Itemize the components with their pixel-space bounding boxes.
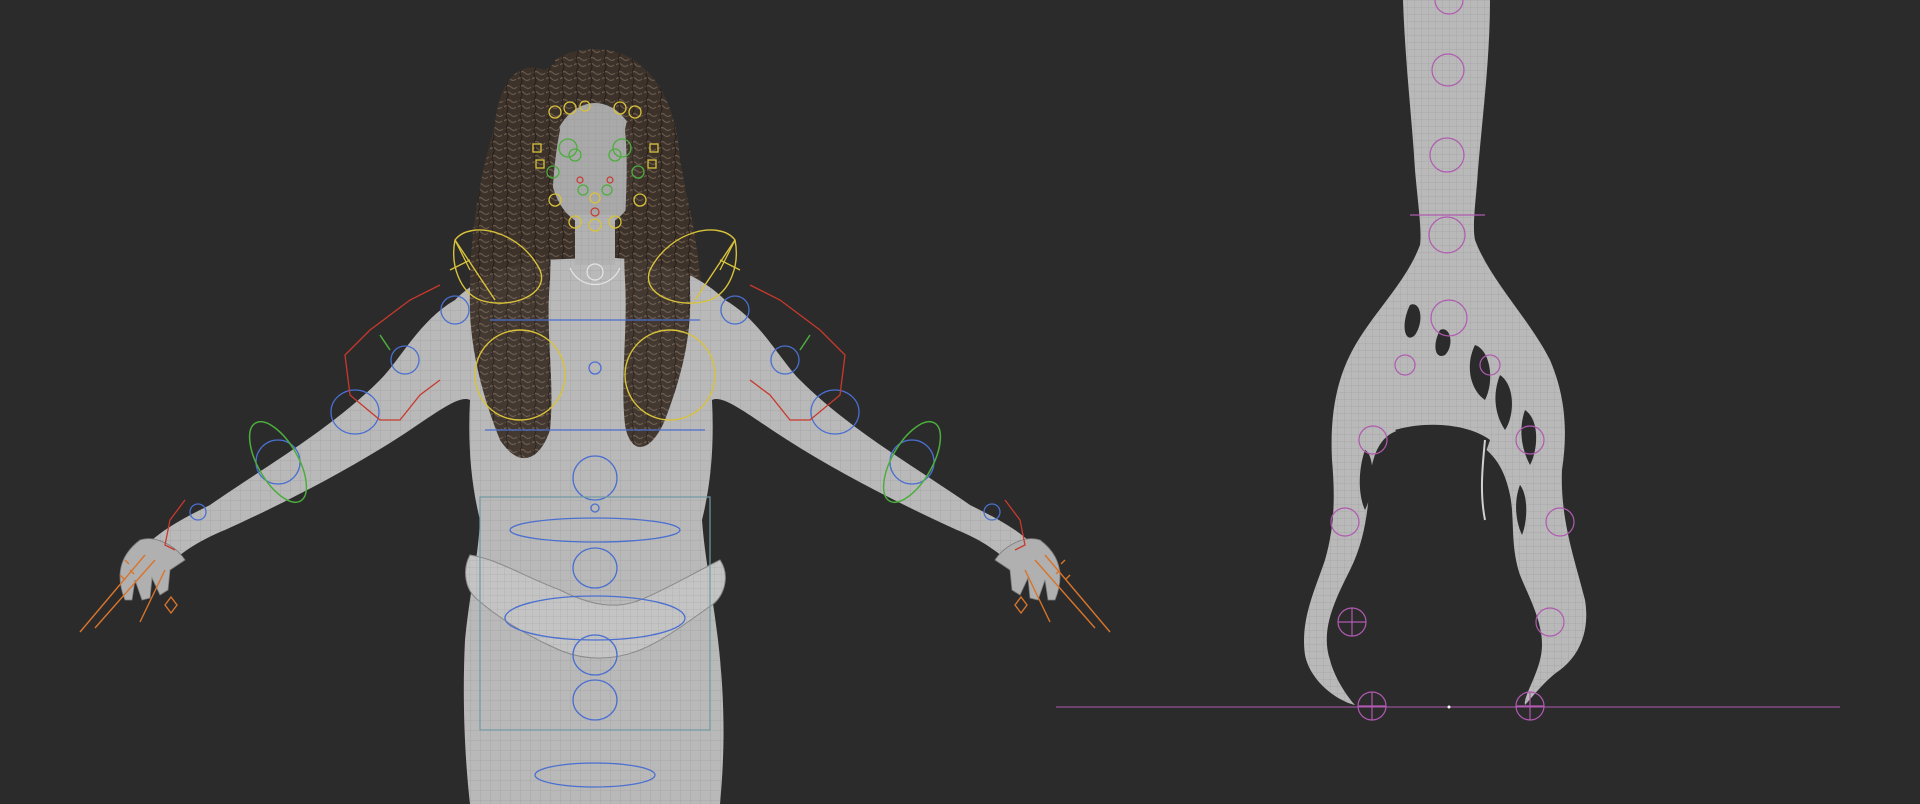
tail-model[interactable] [1304, 0, 1587, 721]
origin-dot [1447, 705, 1451, 709]
character-model[interactable] [79, 49, 1111, 804]
3d-viewport[interactable] [0, 0, 1920, 804]
viewport-canvas[interactable] [0, 0, 1920, 804]
